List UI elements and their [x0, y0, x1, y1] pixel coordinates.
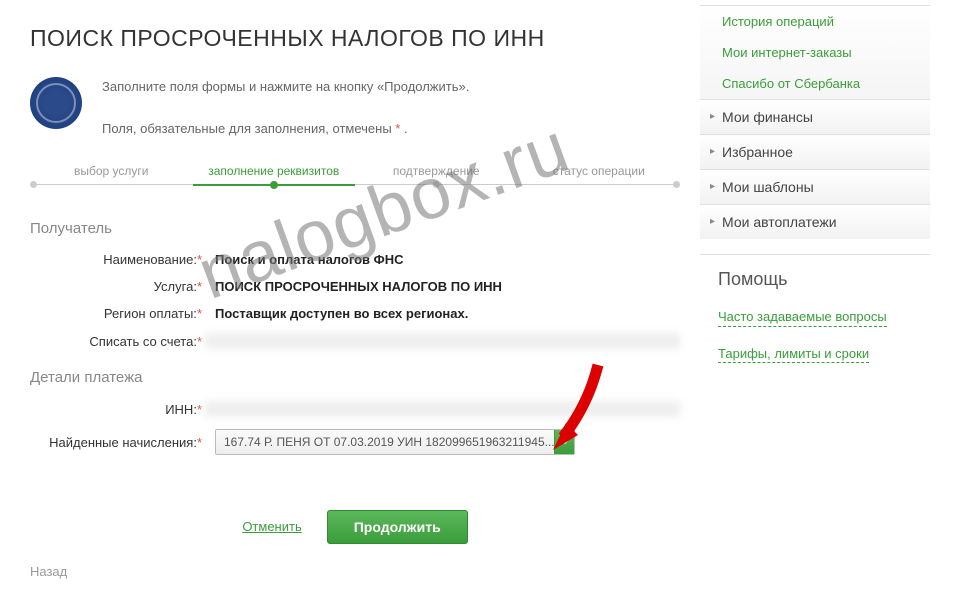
section-recipient: Получатель	[30, 220, 680, 237]
continue-button[interactable]: Продолжить	[327, 510, 468, 544]
step-2: заполнение реквизитов	[193, 164, 356, 190]
side-item-finances[interactable]: Мои финансы	[700, 99, 930, 134]
found-charges-dropdown[interactable]: 167.74 Р. ПЕНЯ ОТ 07.03.2019 УИН 1820996…	[215, 429, 575, 455]
found-charges-value: 167.74 Р. ПЕНЯ ОТ 07.03.2019 УИН 1820996…	[216, 435, 554, 449]
label-service: Услуга:*	[30, 279, 205, 294]
fns-emblem-icon	[30, 77, 82, 129]
section-details: Детали платежа	[30, 369, 680, 386]
side-item-templates[interactable]: Мои шаблоны	[700, 169, 930, 204]
page-title: ПОИСК ПРОСРОЧЕННЫХ НАЛОГОВ ПО ИНН	[30, 25, 680, 52]
back-link[interactable]: Назад	[30, 564, 680, 579]
side-item-favorites[interactable]: Избранное	[700, 134, 930, 169]
help-title: Помощь	[718, 269, 912, 290]
intro-text: Заполните поля формы и нажмите на кнопку…	[102, 77, 469, 139]
side-link-orders[interactable]: Мои интернет-заказы	[700, 37, 930, 68]
help-link-faq[interactable]: Часто задаваемые вопросы	[718, 308, 887, 327]
label-name: Наименование:*	[30, 252, 205, 267]
chevron-down-icon[interactable]	[554, 430, 574, 454]
label-found: Найденные начисления:*	[30, 435, 205, 450]
label-region: Регион оплаты:*	[30, 306, 205, 321]
side-item-autopay[interactable]: Мои автоплатежи	[700, 204, 930, 239]
intro-line2-pre: Поля, обязательные для заполнения, отмеч…	[102, 121, 395, 136]
label-inn: ИНН:*	[30, 402, 205, 417]
step-1: выбор услуги	[30, 164, 193, 190]
intro-line1: Заполните поля формы и нажмите на кнопку…	[102, 77, 469, 98]
intro-line2-post: .	[400, 121, 407, 136]
step-3: подтверждение	[355, 164, 518, 190]
value-name: Поиск и оплата налогов ФНС	[205, 252, 680, 267]
side-link-history[interactable]: История операций	[700, 6, 930, 37]
side-link-spasibo[interactable]: Спасибо от Сбербанка	[700, 68, 930, 99]
cancel-link[interactable]: Отменить	[242, 519, 301, 535]
progress-stepper: выбор услуги заполнение реквизитов подтв…	[30, 164, 680, 190]
help-link-tariffs[interactable]: Тарифы, лимиты и сроки	[718, 345, 869, 364]
value-account	[205, 333, 680, 349]
value-service: ПОИСК ПРОСРОЧЕННЫХ НАЛОГОВ ПО ИНН	[205, 279, 680, 294]
value-inn	[205, 401, 680, 417]
label-account: Списать со счета:*	[30, 334, 205, 349]
value-region: Поставщик доступен во всех регионах.	[205, 306, 680, 321]
step-4: статус операции	[518, 164, 681, 190]
